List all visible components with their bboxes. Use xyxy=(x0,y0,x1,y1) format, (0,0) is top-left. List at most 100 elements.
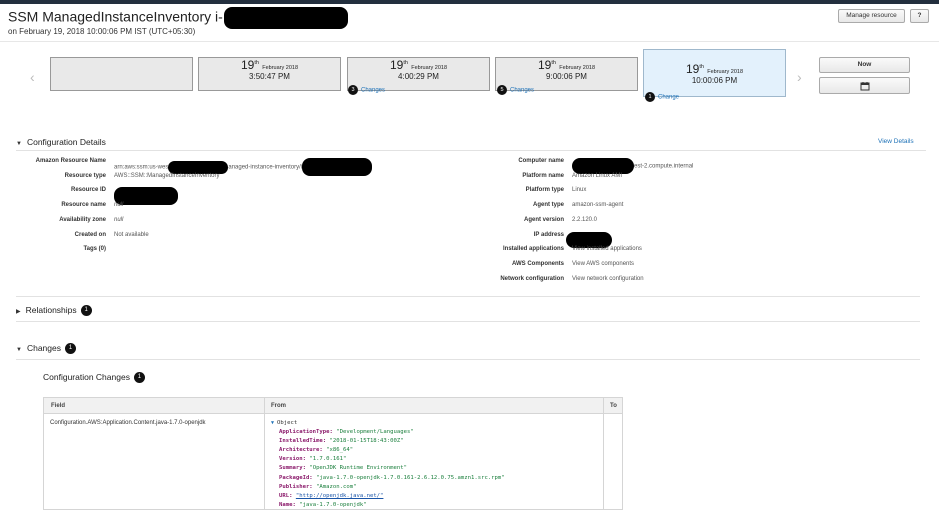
config-key: Agent type xyxy=(532,202,564,209)
column-header-to: To xyxy=(610,403,617,409)
relationships-count-badge: 1 xyxy=(80,305,92,317)
view-details-link[interactable]: View Details xyxy=(878,138,914,145)
config-value: Not available xyxy=(114,231,149,238)
relationships-header[interactable]: ▶ Relationships 1 xyxy=(16,305,92,317)
property-value: "Development/Languages" xyxy=(336,429,414,436)
config-details-header[interactable]: ▼ Configuration Details xyxy=(16,137,106,147)
config-key: Installed applications xyxy=(502,246,564,253)
relationships-divider xyxy=(16,321,920,322)
config-key: Agent version xyxy=(523,216,564,223)
property-key: ApplicationType: xyxy=(279,429,333,436)
config-link[interactable]: View AWS components xyxy=(572,261,634,267)
config-key: Computer name xyxy=(518,158,564,164)
config-value: est-2.compute.internal xyxy=(572,158,693,174)
config-key: Availability zone xyxy=(59,216,106,223)
timeline: ‹ 19th February 2018 3:50:47 PM 19th Feb… xyxy=(0,44,939,124)
changes-header[interactable]: ▼ Changes 1 xyxy=(16,343,76,355)
changes-divider xyxy=(16,359,920,360)
redacted-instance-id xyxy=(223,7,348,29)
changes-link-card-4[interactable]: 1 Change xyxy=(645,92,679,102)
object-property: PackageId: "java-1.7.0-openjdk-1.7.0.161… xyxy=(271,474,505,483)
redacted-region xyxy=(572,158,634,174)
redacted-region xyxy=(302,158,373,176)
card-time: 3:50:47 PM xyxy=(249,72,290,81)
config-value: amazon-ssm-agent xyxy=(572,202,624,209)
manage-resource-button[interactable]: Manage resource xyxy=(838,9,905,23)
config-divider xyxy=(16,150,926,151)
calendar-button[interactable] xyxy=(819,77,910,94)
from-value-object: ▼ Object ApplicationType: "Development/La… xyxy=(271,419,505,510)
object-property: URL: "http://openjdk.java.net/" xyxy=(271,492,505,501)
config-link[interactable]: View network configuration xyxy=(572,276,644,282)
object-toggle[interactable]: ▼ Object xyxy=(271,419,505,428)
object-property: Architecture: "x86_64" xyxy=(271,446,505,455)
config-value: null xyxy=(114,202,124,209)
config-key: Created on xyxy=(74,231,106,238)
config-value xyxy=(566,231,612,248)
timeline-card-0[interactable] xyxy=(50,57,193,91)
object-property: ApplicationType: "Development/Languages" xyxy=(271,428,505,437)
timeline-card-1[interactable]: 19th February 2018 3:50:47 PM xyxy=(198,57,341,91)
object-property: Name: "java-1.7.0-openjdk" xyxy=(271,501,505,510)
column-header-field: Field xyxy=(51,403,66,409)
config-key: Platform name xyxy=(522,172,564,179)
property-key: URL: xyxy=(279,492,293,499)
property-value: "x86_64" xyxy=(326,447,354,454)
property-url-link[interactable]: "http://openjdk.java.net/" xyxy=(296,493,384,499)
header-divider xyxy=(0,41,939,42)
card-time: 4:00:29 PM xyxy=(398,72,439,81)
changes-link-card-2[interactable]: 3 Changes xyxy=(348,85,385,95)
config-value: Linux xyxy=(572,187,587,194)
property-value: "2018-01-15T18:43:00Z" xyxy=(329,438,404,445)
property-key: Name: xyxy=(279,501,296,508)
now-button[interactable]: Now xyxy=(819,57,910,73)
redacted-region xyxy=(566,231,612,248)
column-divider xyxy=(264,398,265,510)
changed-field-name: Configuration.AWS:Application.Content.ja… xyxy=(50,420,206,426)
config-key: Resource type xyxy=(64,172,106,179)
changes-link-card-3[interactable]: 5 Changes xyxy=(497,85,534,95)
object-property: Summary: "OpenJDK Runtime Environment" xyxy=(271,464,505,473)
property-value: "Amazon.com" xyxy=(316,483,357,490)
config-link[interactable]: View installed applications xyxy=(572,246,642,252)
config-value: Amazon Linux AMI xyxy=(572,172,623,179)
arn-part: arn:aws:ssm:us-wes xyxy=(114,164,169,171)
chevron-left-icon[interactable]: ‹ xyxy=(30,69,35,85)
column-header-from: From xyxy=(271,403,286,409)
configuration-changes-heading: Configuration Changes 1 xyxy=(43,372,145,384)
top-bar xyxy=(0,0,939,4)
redacted-region xyxy=(114,187,178,206)
relationships-divider-top xyxy=(16,296,920,297)
configuration-changes-count-badge: 1 xyxy=(133,372,145,384)
property-value: "1.7.0.161" xyxy=(309,456,347,463)
object-property: InstalledTime: "2018-01-15T18:43:00Z" xyxy=(271,437,505,446)
property-key: Publisher: xyxy=(279,483,313,490)
property-value: "java-1.7.0-openjdk-1.7.0.161-2.6.12.0.7… xyxy=(316,474,505,481)
timeline-card-4-selected[interactable]: 19th February 2018 10:00:06 PM xyxy=(643,49,786,97)
card-day: 19th February 2018 xyxy=(537,58,596,72)
chevron-right-icon[interactable]: › xyxy=(797,69,802,85)
redacted-region xyxy=(168,160,229,174)
config-key: AWS Components xyxy=(512,260,564,267)
card-day: 19th February 2018 xyxy=(685,62,744,76)
caret-down-icon: ▼ xyxy=(271,420,275,426)
config-value: 2.2.120.0 xyxy=(572,216,598,223)
property-key: Version: xyxy=(279,456,306,463)
property-value: "OpenJDK Runtime Environment" xyxy=(309,465,407,472)
object-property: Publisher: "Amazon.com" xyxy=(271,483,505,492)
caret-down-icon: ▼ xyxy=(16,347,22,353)
card-time: 9:00:06 PM xyxy=(546,72,587,81)
config-key: Resource name xyxy=(61,202,106,209)
config-key: Tags (0) xyxy=(83,246,106,253)
card-day: 19th February 2018 xyxy=(240,58,299,72)
calendar-icon xyxy=(860,82,869,91)
config-key: Resource ID xyxy=(70,187,106,194)
card-time: 10:00:06 PM xyxy=(691,76,738,85)
config-key: Amazon Resource Name xyxy=(35,158,106,164)
column-divider xyxy=(603,398,604,510)
caret-down-icon: ▼ xyxy=(16,141,22,147)
caret-right-icon: ▶ xyxy=(16,309,21,315)
help-button[interactable]: ? xyxy=(910,9,929,23)
config-key: Network configuration xyxy=(500,275,564,282)
computer-name-suffix: est-2.compute.internal xyxy=(634,163,694,170)
